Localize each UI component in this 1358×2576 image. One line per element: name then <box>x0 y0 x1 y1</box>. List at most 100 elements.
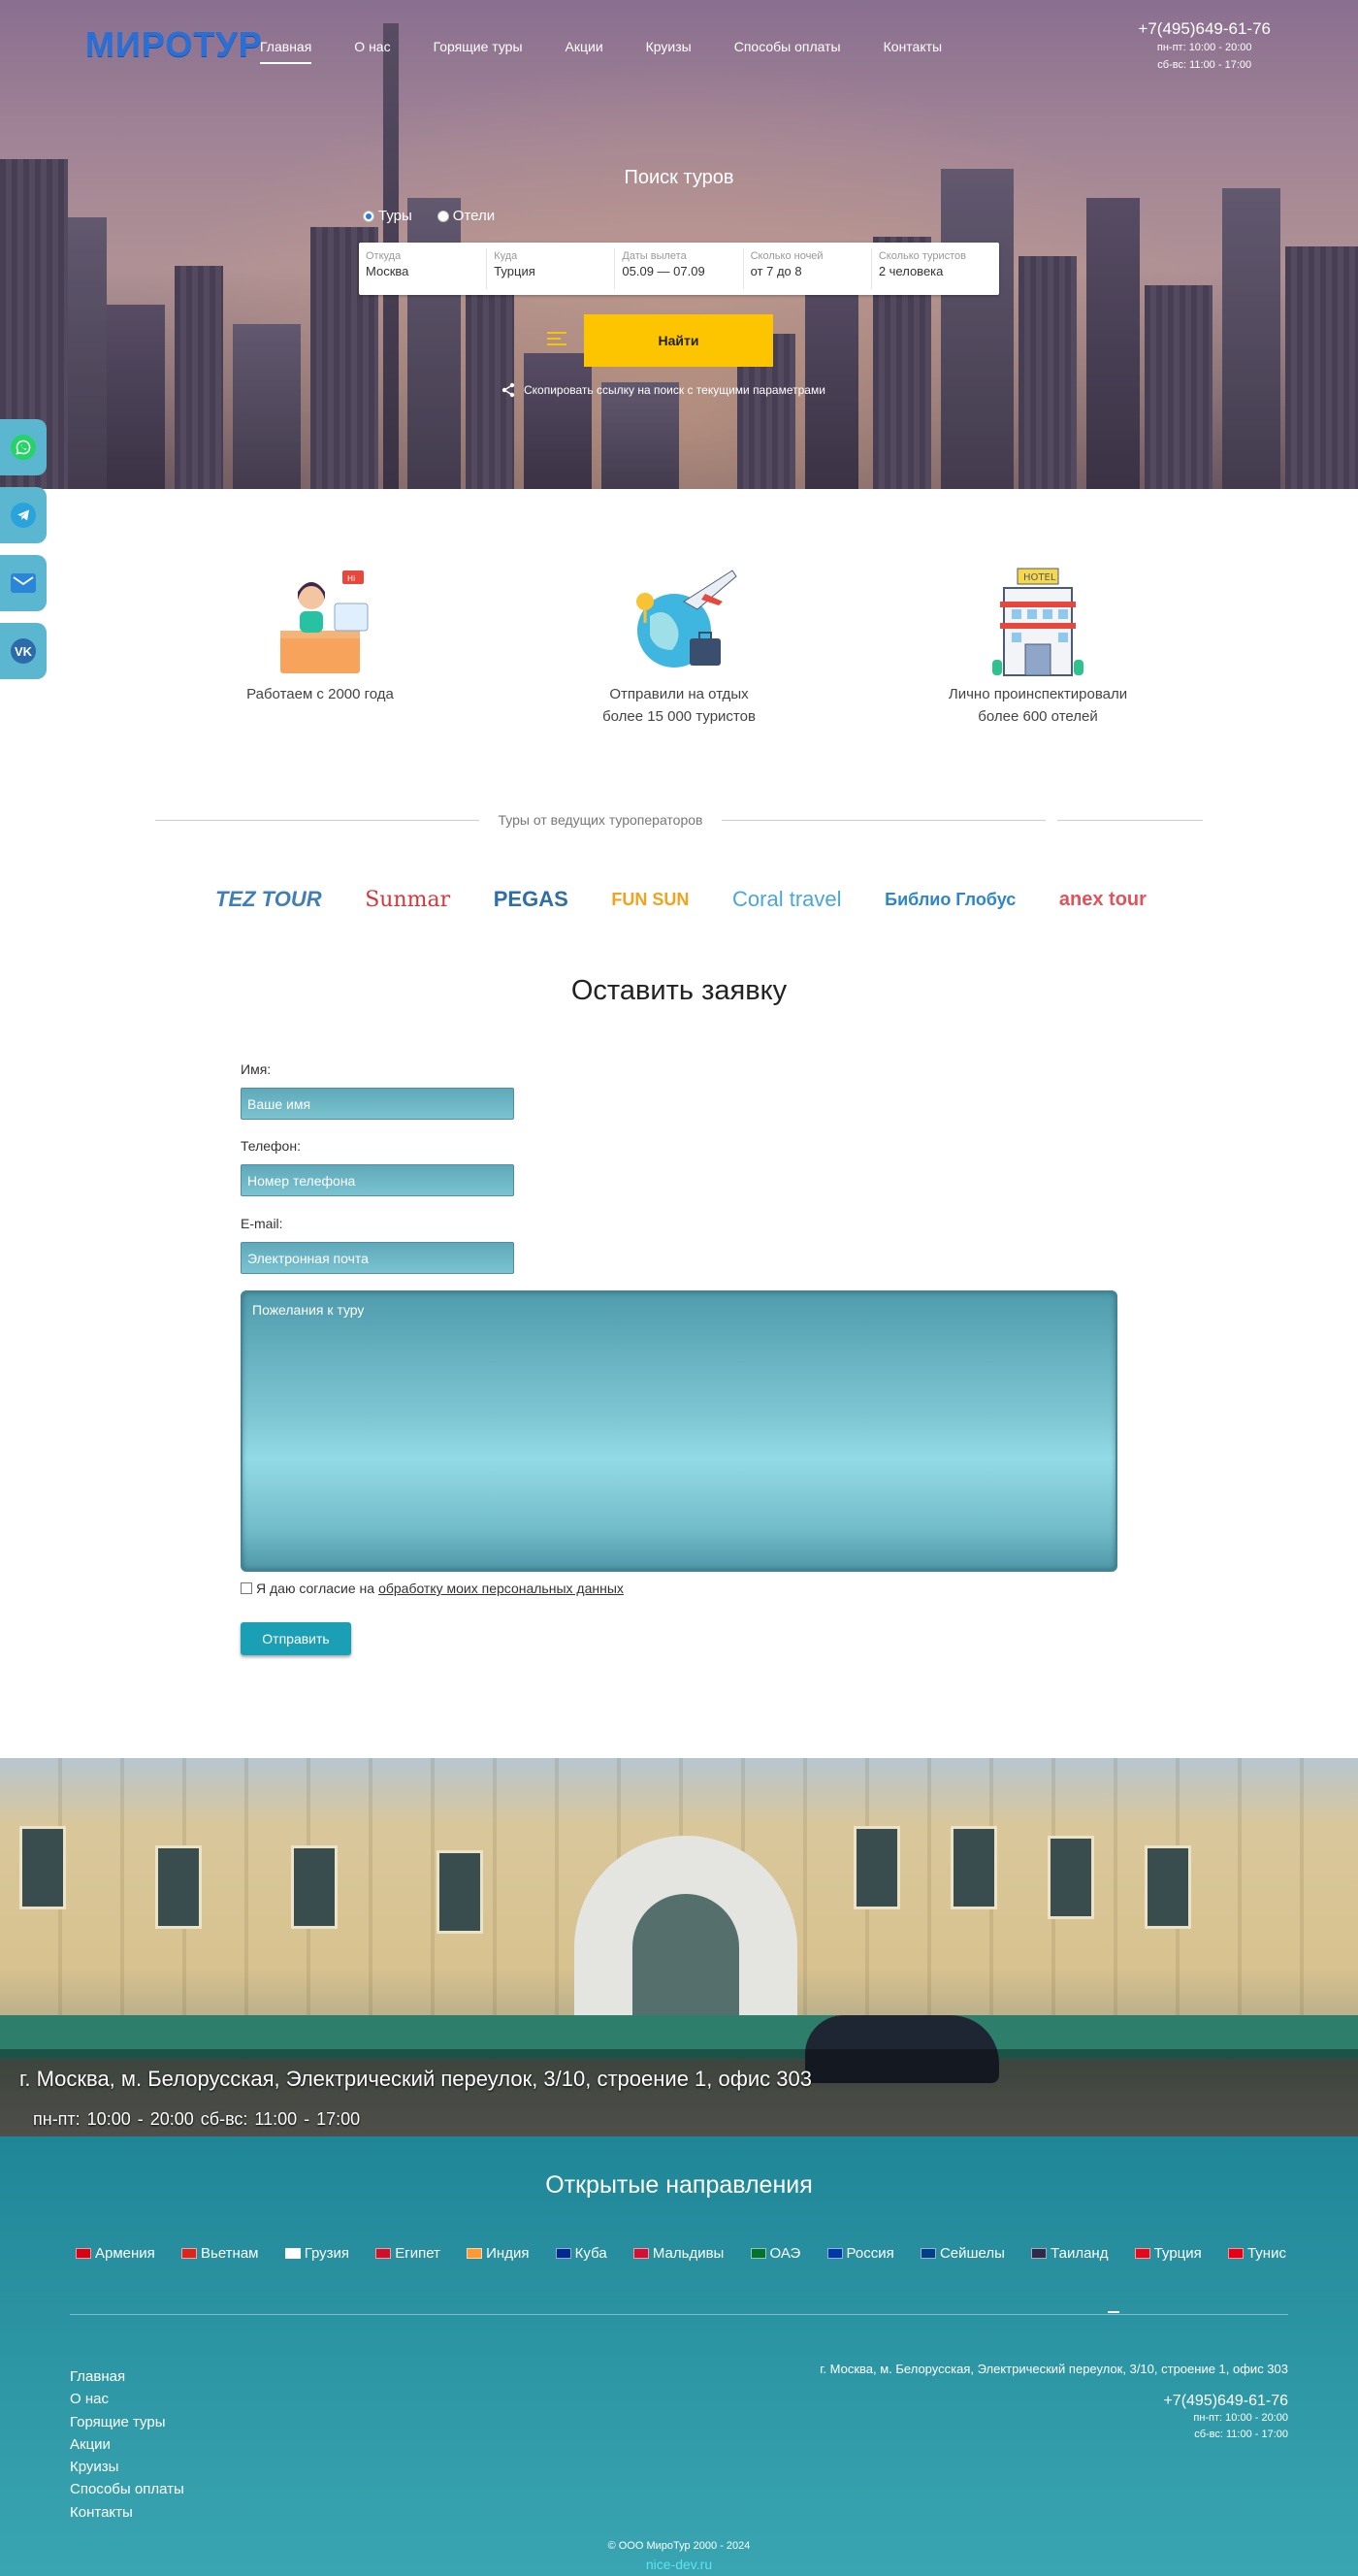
footer-nav-contacts[interactable]: Контакты <box>70 2501 184 2524</box>
nav-item-contacts[interactable]: Контакты <box>884 35 942 64</box>
flag-icon <box>920 2248 936 2259</box>
email-input[interactable]: Электронная почта <box>241 1242 514 1274</box>
destination-item[interactable]: Мальдивы <box>632 2245 725 2262</box>
header-hours-weekend: сб-вс: 11:00 - 17:00 <box>1157 59 1252 71</box>
feature-text-3a: Лично проинспектировали <box>948 686 1128 702</box>
globe-travel-icon <box>616 563 742 679</box>
destination-name: Египет <box>395 2245 440 2262</box>
nav-item-payment[interactable]: Способы оплаты <box>734 35 841 64</box>
footer-nav-about[interactable]: О нас <box>70 2388 184 2410</box>
whatsapp-button[interactable] <box>0 419 47 475</box>
destination-name: Мальдивы <box>652 2245 725 2262</box>
destination-name: Тунис <box>1246 2245 1286 2262</box>
nav-item-about[interactable]: О нас <box>354 35 390 64</box>
destination-item[interactable]: Грузия <box>284 2245 349 2262</box>
destination-item[interactable]: Вьетнам <box>181 2245 258 2262</box>
destination-item[interactable]: Россия <box>826 2245 894 2262</box>
field-to[interactable]: Куда Турция <box>487 248 616 289</box>
developer-link[interactable]: nice-dev.ru <box>0 2557 1358 2572</box>
search-form: Откуда Москва Куда Турция Даты вылета 05… <box>359 243 999 295</box>
flag-icon <box>1227 2248 1244 2259</box>
destination-item[interactable]: Армения <box>76 2245 155 2262</box>
consent-link[interactable]: обработку моих персональных данных <box>378 1581 624 1596</box>
feature-tourists: Отправили на отдых более 15 000 туристов <box>543 563 815 728</box>
destination-name: Турция <box>1153 2245 1202 2262</box>
footer-hours-weekend: сб-вс: 11:00 - 17:00 <box>1194 2429 1288 2440</box>
header-phone[interactable]: +7(495)649-61-76 <box>1138 19 1271 39</box>
destination-item[interactable]: Куба <box>555 2245 607 2262</box>
nav-item-cruises[interactable]: Круизы <box>646 35 692 64</box>
field-tourists[interactable]: Сколько туристов 2 человека <box>872 248 999 289</box>
flag-icon <box>181 2248 197 2259</box>
name-input[interactable]: Ваше имя <box>241 1088 514 1120</box>
flag-icon <box>76 2248 91 2259</box>
wishes-textarea[interactable]: Пожелания к туру <box>241 1290 1117 1572</box>
feature-text-1: Работаем с 2000 года <box>246 686 394 702</box>
destination-item[interactable]: Сейшелы <box>920 2245 1005 2262</box>
radio-tours[interactable]: Туры <box>363 208 412 224</box>
nav-item-home[interactable]: Главная <box>260 35 312 64</box>
operator-logos: TEZ TOUR Sunmar PEGAS FUN SUN Coral trav… <box>215 879 1147 920</box>
footer-divider-mark <box>1108 2311 1119 2313</box>
footer-address: г. Москва, м. Белорусская, Электрический… <box>820 2362 1288 2376</box>
telegram-button[interactable] <box>0 487 47 543</box>
destination-name: Куба <box>574 2245 607 2262</box>
feature-text-3b: более 600 отелей <box>978 708 1098 725</box>
destination-item[interactable]: Таиланд <box>1031 2245 1108 2262</box>
destination-item[interactable]: Турция <box>1134 2245 1202 2262</box>
flag-icon <box>1031 2248 1048 2259</box>
office-photo: г. Москва, м. Белорусская, Электрический… <box>0 1758 1358 2136</box>
operator-logo-pegas[interactable]: PEGAS <box>494 887 568 912</box>
destination-name: Сейшелы <box>939 2245 1005 2262</box>
logo[interactable]: МИРОТУР <box>85 21 263 68</box>
destination-name: Россия <box>846 2245 894 2262</box>
destination-item[interactable]: Тунис <box>1227 2245 1286 2262</box>
footer-phone[interactable]: +7(495)649-61-76 <box>1163 2393 1288 2410</box>
filter-icon[interactable] <box>547 328 566 347</box>
search-title: Поиск туров <box>624 167 734 188</box>
operator-logo-sunmar[interactable]: Sunmar <box>365 888 450 912</box>
consent-checkbox[interactable] <box>241 1582 252 1594</box>
logo-text: МИРОТУР <box>85 24 263 64</box>
whatsapp-icon <box>11 435 36 460</box>
operator-logo-funsun[interactable]: FUN SUN <box>611 890 689 910</box>
feature-since-2000: Hi Работаем с 2000 года <box>184 563 456 705</box>
share-link[interactable]: Скопировать ссылку на поиск с текущими п… <box>501 382 825 398</box>
footer-nav-home[interactable]: Главная <box>70 2365 184 2388</box>
flag-icon <box>467 2248 483 2259</box>
destinations-title: Открытые направления <box>545 2171 813 2199</box>
copyright: © ООО МироТур 2000 - 2024 <box>607 2540 751 2552</box>
destination-item[interactable]: ОАЭ <box>750 2245 800 2262</box>
destinations-list: Армения Вьетнам Грузия Египет Индия Куба Мальд… <box>76 2245 1286 2262</box>
operator-logo-tez[interactable]: TEZ TOUR <box>215 887 322 912</box>
field-from[interactable]: Откуда Москва <box>359 248 488 289</box>
operator-logo-anex[interactable]: anex tour <box>1059 889 1147 911</box>
operator-logo-biblio[interactable]: Библио Глобус <box>885 890 1016 910</box>
footer: Открытые направления Армения Вьетнам Грузи… <box>0 2136 1358 2576</box>
radio-dot-selected[interactable] <box>363 210 374 222</box>
radio-hotels[interactable]: Отели <box>436 208 495 224</box>
footer-nav-promotions[interactable]: Акции <box>70 2433 184 2456</box>
footer-nav-hot-tours[interactable]: Горящие туры <box>70 2411 184 2433</box>
radio-dot[interactable] <box>436 210 449 222</box>
operator-logo-coral[interactable]: Coral travel <box>732 887 841 912</box>
field-dates[interactable]: Даты вылета 05.09 — 07.09 <box>615 248 744 289</box>
destination-item[interactable]: Индия <box>467 2245 529 2262</box>
footer-hours-weekday: пн-пт: 10:00 - 20:00 <box>1193 2412 1288 2424</box>
nav-item-hot-tours[interactable]: Горящие туры <box>434 35 523 64</box>
flag-icon <box>632 2248 649 2259</box>
header-hours-weekday: пн-пт: 10:00 - 20:00 <box>1156 42 1252 53</box>
flag-icon <box>750 2248 766 2259</box>
email-label: E-mail: <box>241 1216 283 1231</box>
footer-nav-cruises[interactable]: Круизы <box>70 2456 184 2478</box>
field-nights[interactable]: Сколько ночей от 7 до 8 <box>744 248 872 289</box>
consent-text: Я даю согласие на <box>256 1581 375 1596</box>
submit-button[interactable]: Отправить <box>241 1622 351 1655</box>
nav-item-promotions[interactable]: Акции <box>566 35 603 64</box>
share-icon <box>501 382 515 398</box>
find-button[interactable]: Найти <box>584 314 773 367</box>
destination-item[interactable]: Египет <box>375 2245 440 2262</box>
phone-input[interactable]: Номер телефона <box>241 1164 514 1196</box>
footer-nav-payment[interactable]: Способы оплаты <box>70 2478 184 2500</box>
flag-icon <box>826 2248 843 2259</box>
